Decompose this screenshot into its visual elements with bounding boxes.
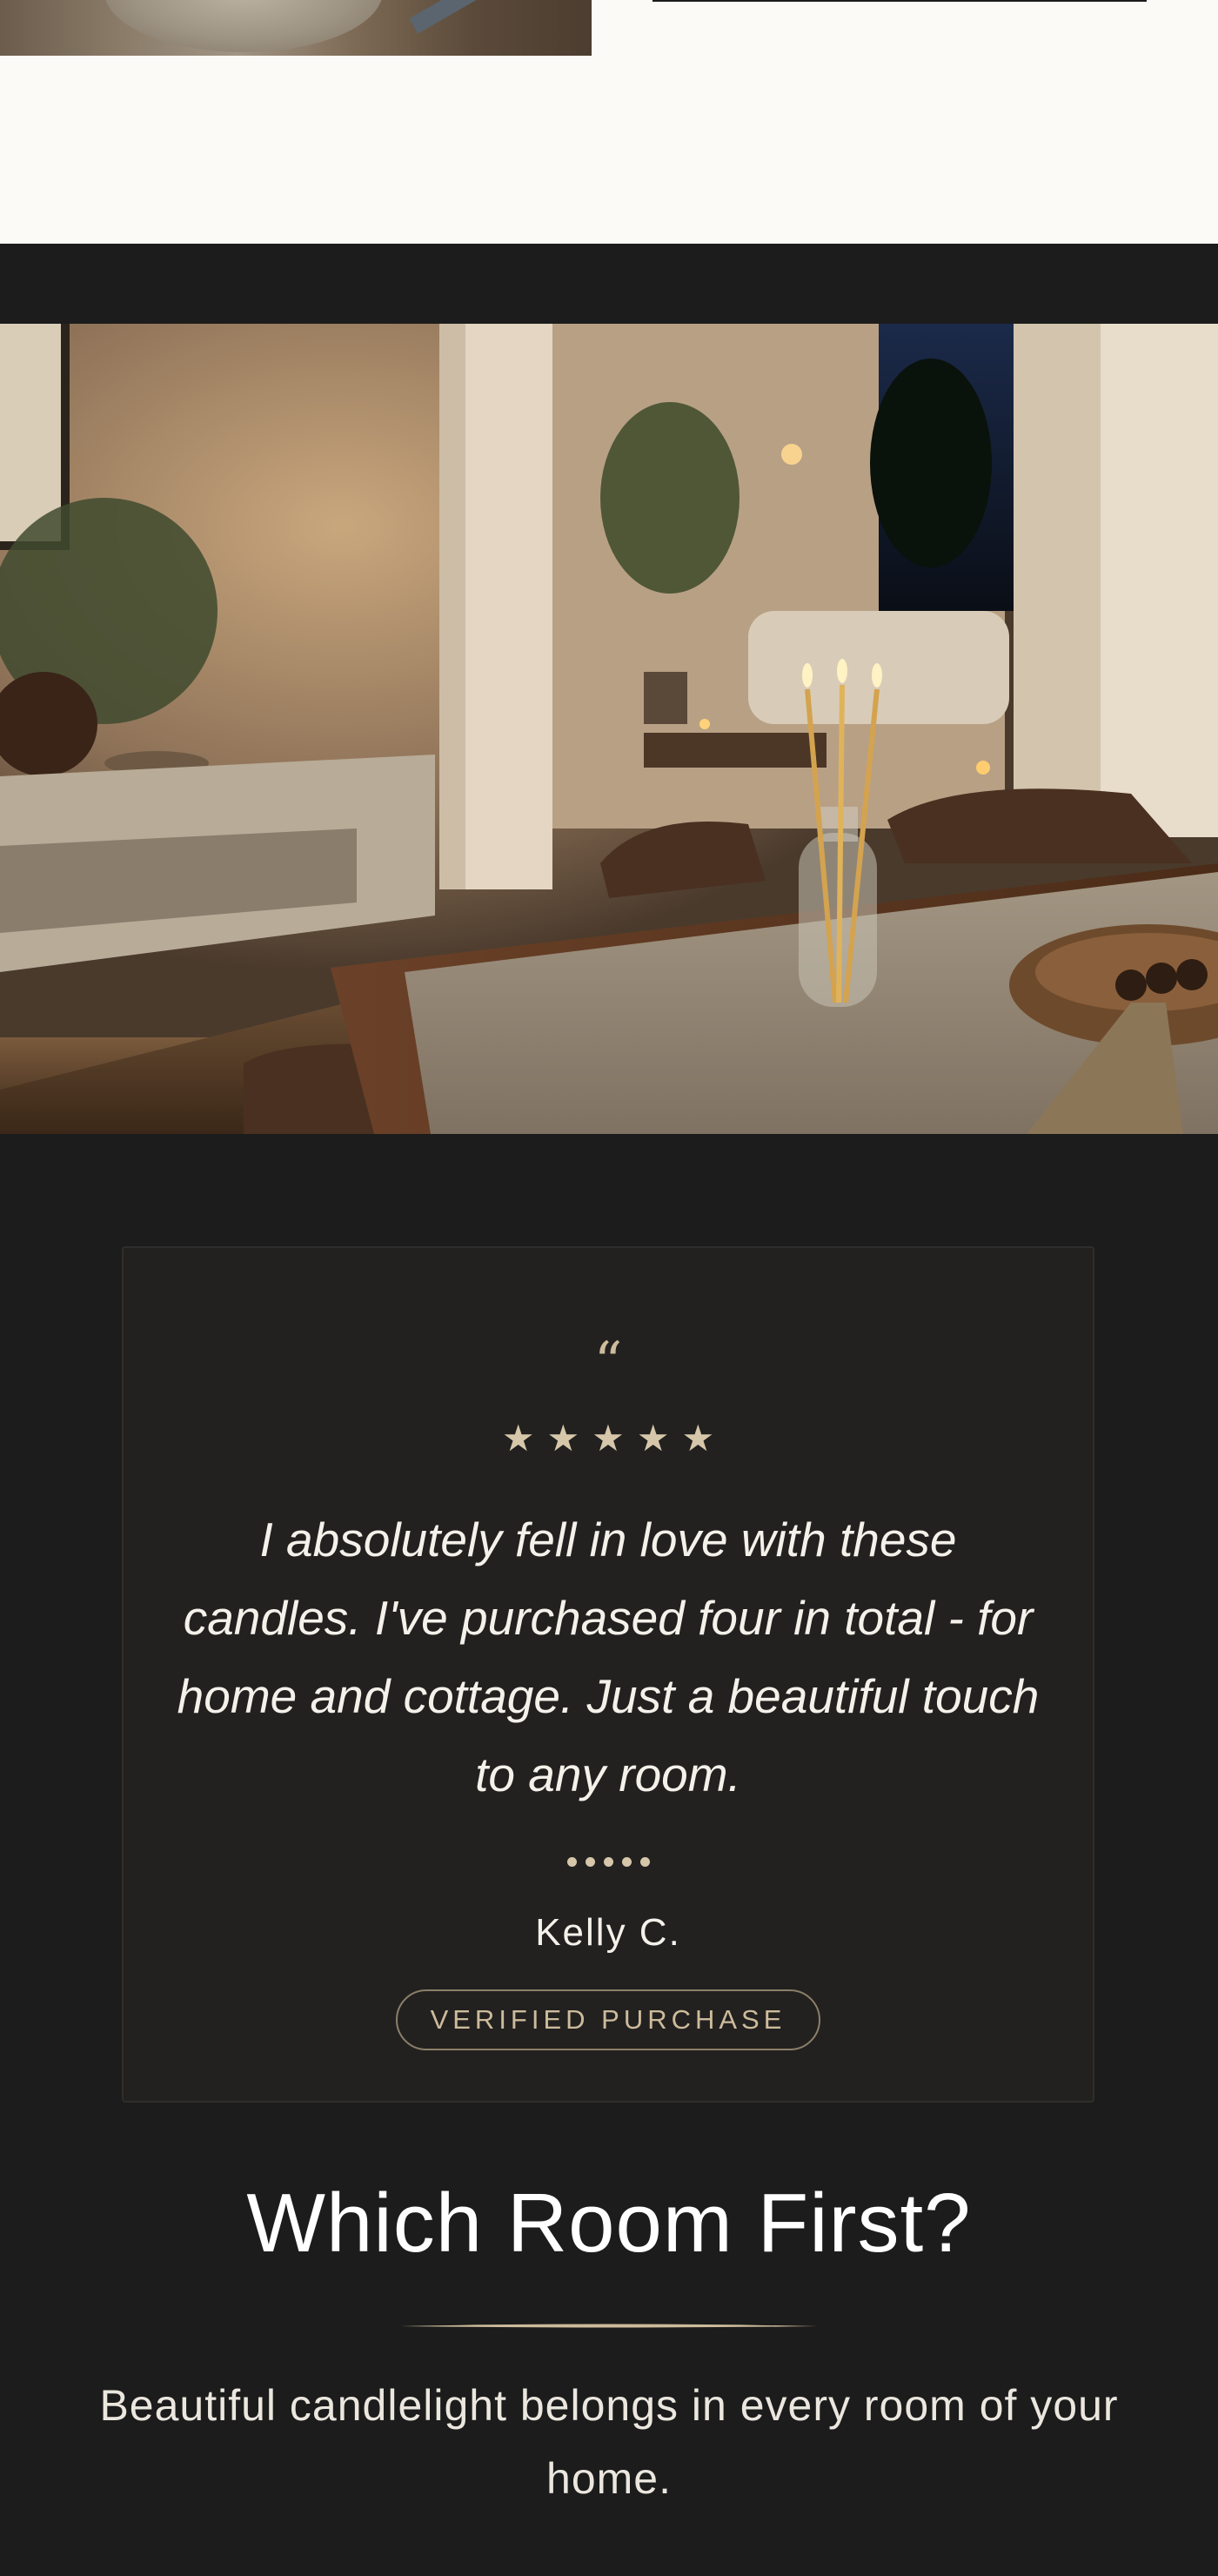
carousel-dot[interactable]	[585, 1857, 595, 1867]
testimonial-text: I absolutely fell in love with these can…	[177, 1513, 1040, 1801]
reviewer-name: Kelly C.	[535, 1911, 681, 1954]
star-icon: ★	[592, 1417, 625, 1459]
divider-line	[652, 0, 1147, 2]
table-setting-photo	[0, 0, 592, 56]
carousel-dots[interactable]	[124, 1857, 1093, 1867]
title-underline	[400, 2324, 818, 2328]
carousel-dot[interactable]	[566, 1857, 577, 1867]
section-subtitle: Beautiful candlelight belongs in every r…	[99, 2381, 1119, 2503]
verified-purchase-badge: VERIFIED PURCHASE	[395, 1989, 821, 2050]
quote-icon: “	[593, 1331, 623, 1395]
star-icon: ★	[636, 1417, 670, 1459]
star-icon: ★	[681, 1417, 715, 1459]
curved-divider	[0, 204, 1218, 230]
carousel-dot[interactable]	[621, 1857, 632, 1867]
knife-image	[409, 0, 478, 34]
star-icon: ★	[546, 1417, 580, 1459]
plate-image	[104, 0, 383, 52]
section-title: Which Room First?	[246, 2177, 972, 2270]
star-icon: ★	[501, 1417, 535, 1459]
dining-room-image	[0, 324, 1218, 1134]
carousel-dot[interactable]	[639, 1857, 650, 1867]
carousel-dot[interactable]	[603, 1857, 613, 1867]
star-rating: ★ ★ ★ ★ ★	[124, 1420, 1093, 1457]
testimonial-card: “ ★ ★ ★ ★ ★ I absolutely fell in love wi…	[122, 1246, 1094, 2103]
